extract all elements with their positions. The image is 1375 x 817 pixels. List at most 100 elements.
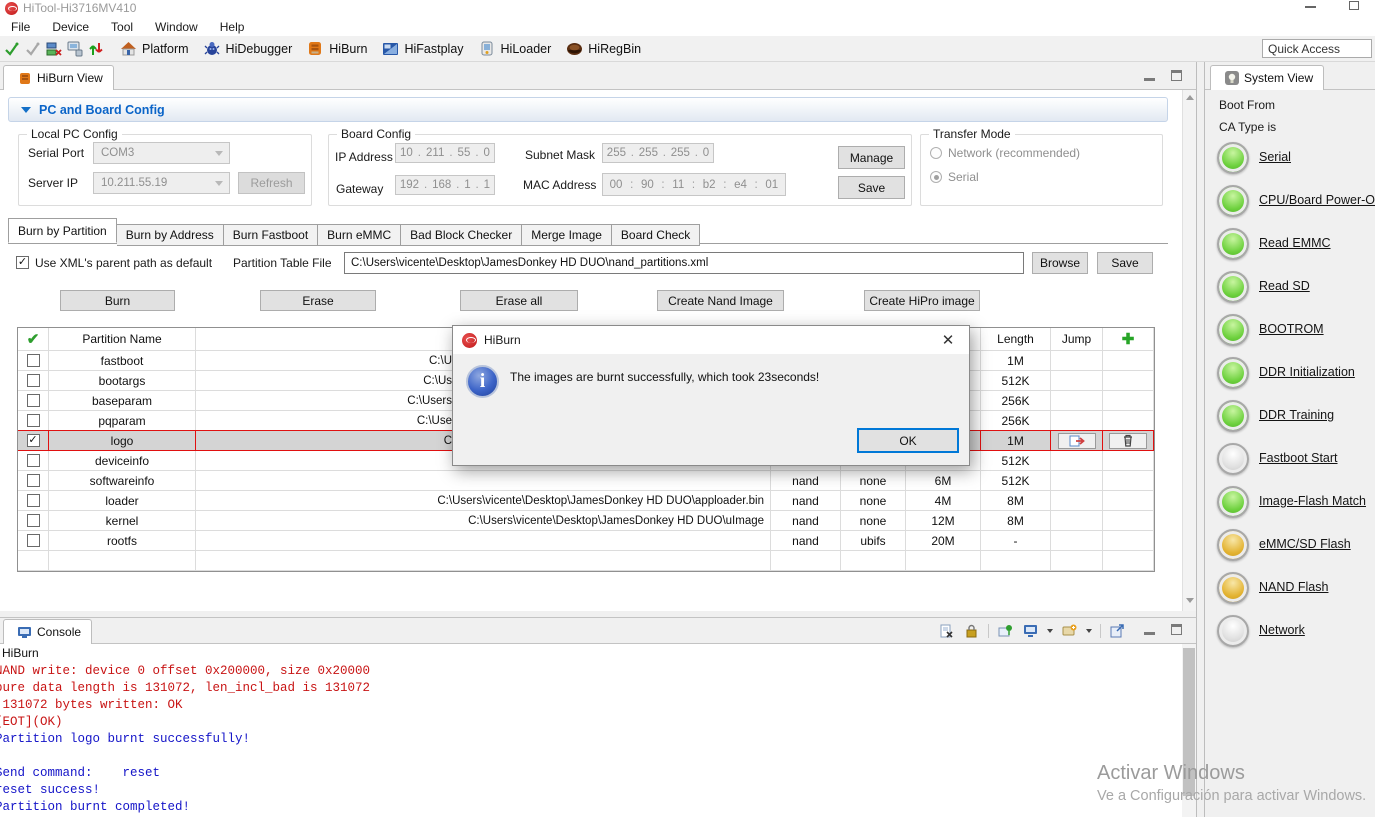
system-step-link[interactable]: Read EMMC (1259, 236, 1331, 250)
action-erase[interactable]: Erase (260, 290, 376, 311)
delete-partition-button[interactable] (1109, 433, 1147, 449)
vertical-scrollbar[interactable] (1182, 90, 1196, 611)
system-step-link[interactable]: DDR Training (1259, 408, 1334, 422)
file-save-button[interactable]: Save (1097, 252, 1153, 274)
row-checkbox[interactable] (27, 494, 40, 507)
row-checkbox[interactable] (27, 374, 40, 387)
disconnect-icon[interactable] (24, 40, 42, 57)
partition-table-file-input[interactable]: C:\Users\vicente\Desktop\JamesDonkey HD … (344, 252, 1024, 274)
tool-hidebugger[interactable]: HiDebugger (203, 40, 293, 57)
row-checkbox[interactable] (27, 414, 40, 427)
panel-minimize-icon[interactable] (1144, 78, 1155, 81)
partition-length: 256K (1001, 414, 1029, 428)
jump-button[interactable] (1058, 433, 1096, 449)
action-erase-all[interactable]: Erase all (460, 290, 578, 311)
row-checkbox[interactable] (27, 454, 40, 467)
tab-system-view[interactable]: System View (1210, 65, 1324, 90)
radio-label: Network (recommended) (948, 146, 1080, 160)
system-step-link[interactable]: Network (1259, 623, 1305, 637)
tab-board-check[interactable]: Board Check (612, 224, 700, 246)
system-step-link[interactable]: Serial (1259, 150, 1291, 164)
dialog-ok-button[interactable]: OK (857, 428, 959, 453)
hiburn-chip-icon (17, 71, 32, 85)
gateway-field: 192.168.1.1 (395, 175, 495, 195)
partition-row-loader[interactable]: loaderC:\Users\vicente\Desktop\JamesDonk… (18, 491, 1154, 511)
scroll-up-icon[interactable] (1186, 95, 1194, 100)
dropdown-arrow-icon[interactable] (1086, 629, 1092, 633)
row-checkbox[interactable] (27, 354, 40, 367)
file-system: none (860, 514, 887, 528)
manage-button[interactable]: Manage (838, 146, 905, 169)
row-checkbox[interactable]: ✓ (27, 434, 40, 447)
row-checkbox[interactable] (27, 394, 40, 407)
tool-hiburn[interactable]: HiBurn (306, 40, 367, 57)
serial-port-select: COM3 (93, 142, 230, 164)
menu-device[interactable]: Device (41, 20, 100, 34)
tool-hiregbin[interactable]: HiRegBin (565, 40, 641, 57)
board-save-button[interactable]: Save (838, 176, 905, 199)
tab-burn-by-partition[interactable]: Burn by Partition (8, 218, 117, 243)
partition-row-rootfs[interactable]: rootfsnandubifs20M- (18, 531, 1154, 551)
menu-file[interactable]: File (0, 20, 41, 34)
action-create-hipro-image[interactable]: Create HiPro image (864, 290, 980, 311)
partition-name: deviceinfo (95, 454, 149, 468)
device-list-icon[interactable] (45, 40, 63, 57)
system-step-link[interactable]: DDR Initialization (1259, 365, 1355, 379)
display-selected-console-icon[interactable] (1022, 623, 1039, 639)
open-new-view-icon[interactable] (1109, 623, 1126, 639)
file-system: ubifs (860, 534, 885, 548)
action-create-nand-image[interactable]: Create Nand Image (657, 290, 784, 311)
open-console-icon[interactable] (1061, 623, 1078, 639)
menu-help[interactable]: Help (209, 20, 256, 34)
connect-icon[interactable] (3, 40, 21, 57)
pin-console-icon[interactable] (997, 623, 1014, 639)
system-step-link[interactable]: Image-Flash Match (1259, 494, 1366, 508)
tab-burn-emmc[interactable]: Burn eMMC (318, 224, 401, 246)
tool-hifastplay[interactable]: HiFastplay (381, 40, 463, 57)
window-maximize-button[interactable] (1349, 1, 1359, 10)
action-burn[interactable]: Burn (60, 290, 175, 311)
system-step-link[interactable]: Read SD (1259, 279, 1310, 293)
mac-segment: 90 (640, 179, 655, 191)
dropdown-arrow-icon[interactable] (1047, 629, 1053, 633)
scroll-down-icon[interactable] (1186, 598, 1194, 603)
tab-burn-fastboot[interactable]: Burn Fastboot (224, 224, 318, 246)
tab-merge-image[interactable]: Merge Image (522, 224, 612, 246)
remote-pc-icon[interactable] (66, 40, 84, 57)
row-checkbox[interactable] (27, 514, 40, 527)
tool-platform[interactable]: Platform (119, 40, 189, 57)
xml-parent-path-checkbox[interactable]: ✓ (16, 256, 29, 269)
tab-bad-block-checker[interactable]: Bad Block Checker (401, 224, 522, 246)
window-minimize-button[interactable] (1305, 6, 1316, 8)
partition-row-kernel[interactable]: kernelC:\Users\vicente\Desktop\JamesDonk… (18, 511, 1154, 531)
console-scroll-thumb[interactable] (1183, 648, 1195, 796)
system-step-link[interactable]: eMMC/SD Flash (1259, 537, 1351, 551)
scroll-lock-icon[interactable] (963, 623, 980, 639)
quick-access-input[interactable] (1262, 39, 1372, 58)
dialog-close-icon[interactable]: ✕ (939, 331, 957, 349)
menu-window[interactable]: Window (144, 20, 209, 34)
browse-button[interactable]: Browse (1032, 252, 1088, 274)
console-minimize-icon[interactable] (1144, 632, 1155, 635)
add-partition-icon[interactable]: ✚ (1122, 330, 1135, 348)
gateway-separator: . (423, 179, 428, 191)
menu-tool[interactable]: Tool (100, 20, 144, 34)
system-step-link[interactable]: NAND Flash (1259, 580, 1328, 594)
tab-burn-by-address[interactable]: Burn by Address (117, 224, 224, 246)
upload-download-icon[interactable] (87, 40, 105, 57)
info-icon: i (466, 365, 499, 398)
system-step-link[interactable]: CPU/Board Power-On (1259, 193, 1375, 207)
console-scrollbar[interactable] (1182, 644, 1196, 817)
system-step-link[interactable]: Fastboot Start (1259, 451, 1338, 465)
pc-board-config-header[interactable]: PC and Board Config (8, 97, 1168, 122)
tool-hiloader[interactable]: HiLoader (478, 40, 552, 57)
row-checkbox[interactable] (27, 474, 40, 487)
console-maximize-icon[interactable] (1171, 624, 1182, 635)
tab-console[interactable]: Console (3, 619, 92, 644)
row-checkbox[interactable] (27, 534, 40, 547)
clear-console-icon[interactable] (938, 623, 955, 639)
panel-maximize-icon[interactable] (1171, 70, 1182, 81)
tab-hiburn-view[interactable]: HiBurn View (3, 65, 114, 90)
system-step-link[interactable]: BOOTROM (1259, 322, 1324, 336)
partition-row-softwareinfo[interactable]: softwareinfonandnone6M512K (18, 471, 1154, 491)
